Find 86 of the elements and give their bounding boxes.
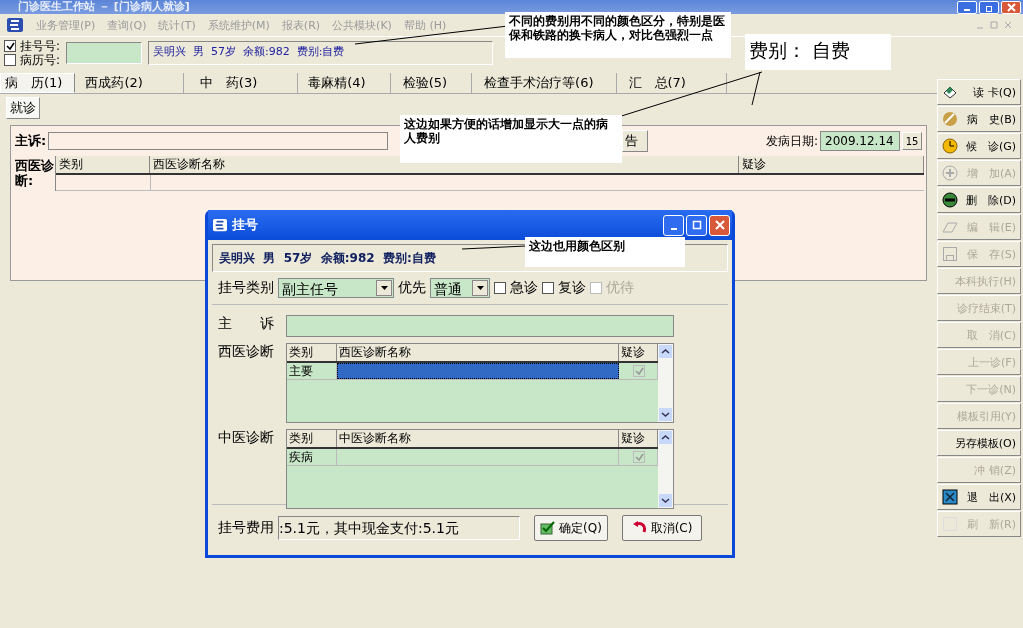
undo-arrow-icon [631, 521, 648, 535]
annotation-note: 费别： 自费 [745, 34, 891, 70]
scrollbar[interactable] [658, 344, 673, 422]
minimize-button[interactable] [957, 0, 977, 14]
column-header: 中医诊断名称 [337, 430, 619, 447]
field-label: 西医诊断: [15, 157, 55, 190]
column-header: 疑诊 [739, 156, 924, 173]
tab[interactable]: 西成药(2) [75, 73, 184, 93]
app-logo-icon [212, 218, 228, 232]
fee-field: :5.1元，其中现金支付:5.1元 [278, 516, 520, 540]
date-field[interactable]: 2009.12.14 [820, 131, 900, 151]
priority-dropdown[interactable]: 普通 [430, 278, 490, 298]
checkbox-label: 复诊 [558, 279, 586, 297]
checkbox-label: 病历号: [20, 52, 61, 69]
report-button[interactable]: 告 [622, 130, 649, 152]
column-header: 西医诊断名称 [337, 344, 619, 361]
close-icon [714, 220, 725, 230]
window-title: 门诊医生工作站 － [门诊病人就诊] [18, 1, 190, 13]
restore-button[interactable] [979, 0, 999, 14]
field-label: 主诉: [15, 132, 47, 150]
toolbar-button[interactable]: 删 除(D) [937, 187, 1021, 213]
scrollbar[interactable] [658, 430, 673, 508]
caret-icon [476, 286, 484, 290]
checkbox[interactable] [633, 451, 645, 463]
toolbar-button[interactable]: 退 出(X) [937, 484, 1021, 510]
column-header: 类别 [287, 344, 337, 361]
close-icon [1006, 2, 1016, 12]
close-button[interactable] [709, 214, 730, 236]
minimize-button[interactable] [663, 214, 684, 236]
calendar-button[interactable]: 15 [902, 132, 922, 150]
cancel-button[interactable]: 取消(C) [622, 515, 702, 541]
toolbar-button[interactable]: 病 史(B) [937, 106, 1021, 132]
toolbar-button[interactable]: 读 卡(Q) [937, 79, 1021, 105]
checkbox-label: 挂号号: [20, 37, 61, 54]
patient-info-field: 吴明兴 男 57岁 余额:982 费别:自费 [148, 41, 494, 65]
column-header: 类别 [56, 156, 150, 173]
app-logo-icon [6, 17, 24, 33]
annotation-note: 这边也用颜色区别 [525, 237, 685, 267]
field-label: 西医诊断 [218, 343, 275, 361]
checkbox-label: 优待 [606, 279, 634, 297]
dialog-title: 挂号 [232, 216, 258, 234]
maximize-icon [691, 220, 702, 230]
card-icon [942, 84, 958, 100]
caret-icon [380, 286, 388, 290]
complaint-input-field[interactable] [286, 315, 674, 337]
tab[interactable]: 检验(5) [390, 73, 473, 93]
plus-icon [942, 165, 958, 181]
tab[interactable]: 检查手术治疗等(6) [472, 73, 617, 93]
field-label: 主 诉 [218, 315, 275, 333]
tab[interactable]: 汇 总(7) [616, 73, 727, 93]
eraser-icon [942, 219, 958, 235]
registration-type-dropdown[interactable]: 副主任号 [278, 278, 394, 298]
clock-icon [942, 138, 958, 154]
number-input-field[interactable] [66, 42, 143, 64]
field-label: 中医诊断 [218, 429, 275, 447]
complaint-input-field[interactable] [48, 132, 389, 150]
maximize-button[interactable] [686, 214, 707, 236]
close-button[interactable] [1001, 0, 1021, 14]
table-cell: 疾病 [287, 449, 337, 465]
checkbox[interactable] [494, 282, 506, 294]
tab[interactable]: 就诊 [6, 97, 40, 119]
checkbox[interactable] [4, 54, 16, 66]
table-cell[interactable] [337, 363, 619, 379]
field-label: 发病日期: [765, 132, 818, 150]
minus-icon [942, 192, 958, 208]
toolbar-button[interactable]: 另存模板(O) [937, 430, 1021, 456]
field-label: 挂号费用 [218, 519, 274, 537]
annotation-note: 这边如果方便的话增加显示大一点的病人费别 [400, 115, 622, 163]
annotation-note: 不同的费别用不同的颜色区分，特别是医保和铁路的换卡病人，对比色强烈一点 [505, 12, 731, 58]
minimize-icon [670, 228, 677, 230]
leader-line [461, 245, 527, 250]
checkmark-icon [540, 521, 557, 535]
tab[interactable]: 病 历(1) [0, 73, 76, 93]
column-header: 类别 [287, 430, 337, 447]
minimize-icon [964, 8, 970, 11]
tab[interactable]: 毒麻精(4) [298, 73, 391, 93]
checkbox-label: 急诊 [510, 279, 538, 297]
field-label: 挂号类别 [218, 279, 274, 297]
tab[interactable]: 中 药(3) [183, 73, 299, 93]
checkbox[interactable] [542, 282, 554, 294]
checkbox[interactable] [633, 365, 645, 377]
exit-icon [942, 489, 958, 505]
field-label: 优先 [398, 279, 426, 297]
checkbox[interactable] [4, 40, 16, 52]
confirm-button[interactable]: 确定(Q) [534, 515, 608, 541]
toolbar-button[interactable]: 候 诊(G) [937, 133, 1021, 159]
